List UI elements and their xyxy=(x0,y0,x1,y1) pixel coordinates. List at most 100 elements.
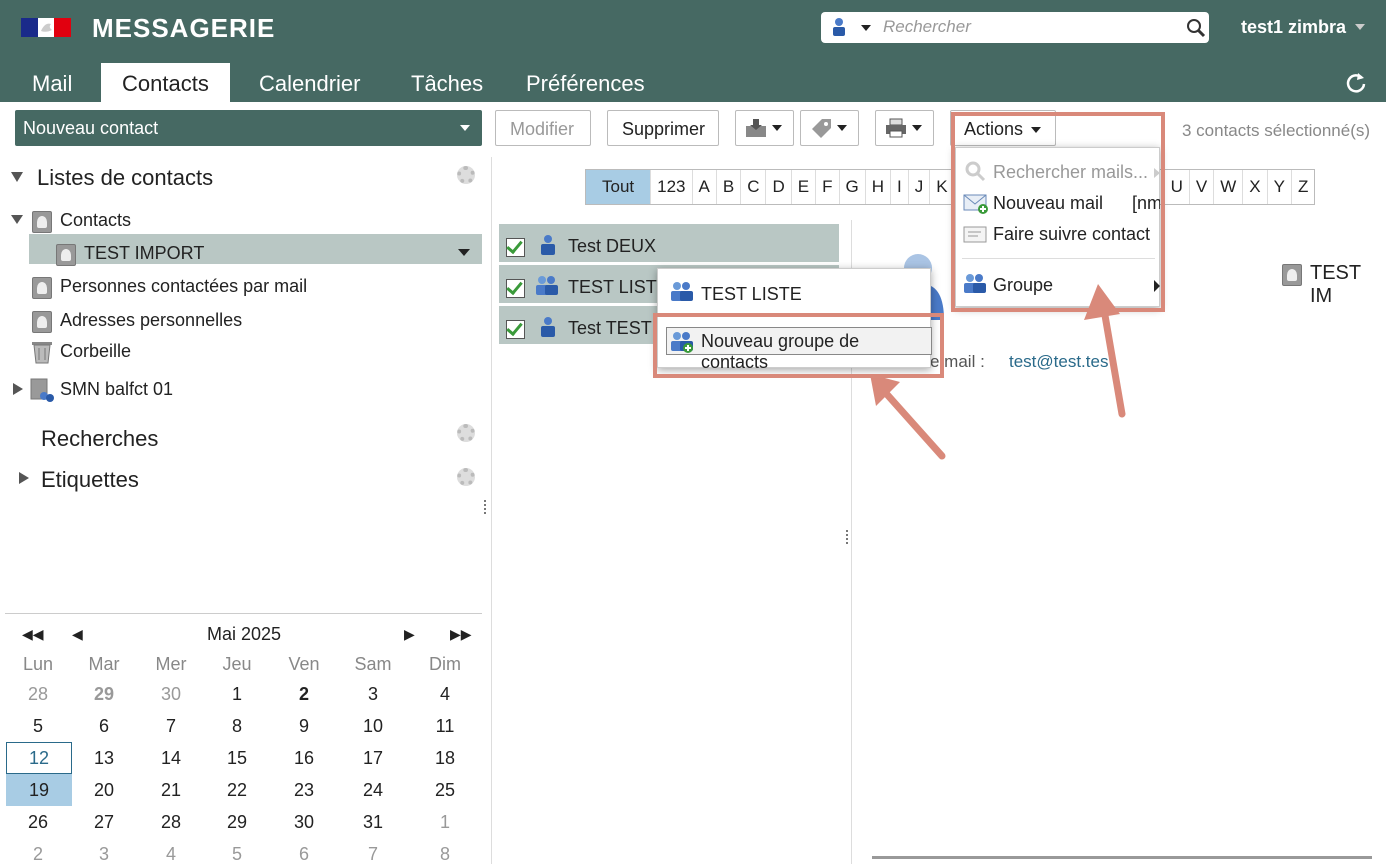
calendar-day[interactable]: 26 xyxy=(6,806,70,838)
expand-shared-icon[interactable] xyxy=(13,383,23,395)
calendar-day[interactable]: 23 xyxy=(272,774,336,806)
calendar-day[interactable]: 2 xyxy=(272,678,336,710)
calendar-day[interactable]: 12 xyxy=(6,742,72,774)
alpha-i[interactable]: I xyxy=(891,170,909,204)
alpha-w[interactable]: W xyxy=(1214,170,1244,204)
calendar-day[interactable]: 13 xyxy=(72,742,136,774)
searches-heading[interactable]: Recherches xyxy=(41,426,158,452)
list-item[interactable]: Test DEUX xyxy=(499,224,839,262)
alpha-z[interactable]: Z xyxy=(1292,170,1314,204)
calendar-day[interactable]: 27 xyxy=(72,806,136,838)
alpha-v[interactable]: V xyxy=(1190,170,1215,204)
calendar-day[interactable]: 7 xyxy=(341,838,405,864)
calendar-day[interactable]: 20 xyxy=(72,774,136,806)
alpha-j[interactable]: J xyxy=(909,170,931,204)
alpha-e[interactable]: E xyxy=(792,170,817,204)
calendar-day[interactable]: 21 xyxy=(139,774,203,806)
calendar-day[interactable]: 14 xyxy=(139,742,203,774)
list-splitter[interactable] xyxy=(846,530,848,544)
search-input[interactable] xyxy=(883,16,1173,38)
calendar-day[interactable]: 3 xyxy=(72,838,136,864)
tab-preferences[interactable]: Préférences xyxy=(505,63,666,102)
calendar-day[interactable]: 5 xyxy=(6,710,70,742)
alpha-x[interactable]: X xyxy=(1243,170,1268,204)
calendar-day[interactable]: 3 xyxy=(341,678,405,710)
tags-heading[interactable]: Etiquettes xyxy=(41,467,139,493)
calendar-day[interactable]: 4 xyxy=(413,678,477,710)
expand-tags-icon[interactable] xyxy=(19,472,29,484)
alpha-y[interactable]: Y xyxy=(1268,170,1292,204)
tab-contacts[interactable]: Contacts xyxy=(101,63,230,102)
delete-button[interactable]: Supprimer xyxy=(607,110,719,146)
folder-emailed-contacts[interactable]: Personnes contactées par mail xyxy=(60,276,307,297)
tab-calendar[interactable]: Calendrier xyxy=(238,63,382,102)
calendar-day[interactable]: 17 xyxy=(341,742,405,774)
calendar-month[interactable]: Mai 2025 xyxy=(207,624,281,645)
calendar-day[interactable]: 22 xyxy=(205,774,269,806)
folder-shared[interactable]: SMN balfct 01 xyxy=(60,379,173,400)
alpha-g[interactable]: G xyxy=(840,170,866,204)
calendar-day[interactable]: 15 xyxy=(205,742,269,774)
folder-test-import[interactable]: TEST IMPORT xyxy=(84,243,204,264)
calendar-day[interactable]: 10 xyxy=(341,710,405,742)
calendar-day[interactable]: 29 xyxy=(205,806,269,838)
calendar-day[interactable]: 18 xyxy=(413,742,477,774)
next-month-icon[interactable]: ▶ xyxy=(404,626,415,643)
move-button[interactable] xyxy=(735,110,794,146)
calendar-day[interactable]: 31 xyxy=(341,806,405,838)
calendar-day[interactable]: 29 xyxy=(72,678,136,710)
alpha-a[interactable]: A xyxy=(693,170,717,204)
search-type-caret-icon[interactable] xyxy=(861,25,871,31)
calendar-day[interactable]: 7 xyxy=(139,710,203,742)
calendar-day[interactable]: 25 xyxy=(413,774,477,806)
alpha-h[interactable]: H xyxy=(866,170,892,204)
search-box[interactable] xyxy=(821,12,1209,43)
horizontal-scrollbar[interactable] xyxy=(872,856,1372,859)
alpha-all[interactable]: Tout xyxy=(586,170,652,204)
searches-gear-icon[interactable] xyxy=(457,424,475,442)
contact-type-icon[interactable] xyxy=(831,17,847,37)
tab-tasks[interactable]: Tâches xyxy=(390,63,504,102)
alpha-123[interactable]: 123 xyxy=(651,170,693,204)
calendar-day[interactable]: 11 xyxy=(413,710,477,742)
calendar-day[interactable]: 2 xyxy=(6,838,70,864)
calendar-day[interactable]: 5 xyxy=(205,838,269,864)
user-menu[interactable]: test1 zimbra xyxy=(1241,17,1346,38)
calendar-day[interactable]: 8 xyxy=(413,838,477,864)
calendar-day[interactable]: 1 xyxy=(205,678,269,710)
alpha-d[interactable]: D xyxy=(766,170,792,204)
folder-options-caret-icon[interactable] xyxy=(458,249,470,256)
calendar-day[interactable]: 19 xyxy=(6,774,72,806)
calendar-day[interactable]: 30 xyxy=(139,678,203,710)
folder-personal-addresses[interactable]: Adresses personnelles xyxy=(60,310,242,331)
calendar-day[interactable]: 1 xyxy=(413,806,477,838)
calendar-day[interactable]: 24 xyxy=(341,774,405,806)
calendar-day[interactable]: 28 xyxy=(139,806,203,838)
calendar-day[interactable]: 9 xyxy=(272,710,336,742)
next-year-icon[interactable]: ▶▶ xyxy=(450,626,472,643)
print-button[interactable] xyxy=(875,110,934,146)
calendar-day[interactable]: 6 xyxy=(72,710,136,742)
contact-checkbox[interactable] xyxy=(506,279,525,298)
user-caret-icon[interactable] xyxy=(1355,24,1365,30)
calendar-day[interactable]: 8 xyxy=(205,710,269,742)
contact-checkbox[interactable] xyxy=(506,238,525,257)
contact-checkbox[interactable] xyxy=(506,320,525,339)
tag-button[interactable] xyxy=(800,110,859,146)
calendar-day[interactable]: 4 xyxy=(139,838,203,864)
calendar-day[interactable]: 30 xyxy=(272,806,336,838)
calendar-day[interactable]: 6 xyxy=(272,838,336,864)
calendar-day[interactable]: 28 xyxy=(6,678,70,710)
new-contact-button[interactable]: Nouveau contact xyxy=(15,110,482,146)
menu-item-test-liste[interactable]: TEST LISTE xyxy=(701,284,802,305)
search-icon[interactable] xyxy=(1186,18,1206,38)
collapse-contacts-icon[interactable] xyxy=(11,215,23,224)
sidebar-splitter[interactable] xyxy=(484,500,486,514)
folder-contacts[interactable]: Contacts xyxy=(60,210,131,231)
refresh-icon[interactable] xyxy=(1344,70,1368,94)
alpha-f[interactable]: F xyxy=(816,170,840,204)
new-contact-caret-icon[interactable] xyxy=(460,125,470,131)
folder-trash[interactable]: Corbeille xyxy=(60,341,131,362)
tags-gear-icon[interactable] xyxy=(457,468,475,486)
prev-year-icon[interactable]: ◀◀ xyxy=(22,626,44,643)
